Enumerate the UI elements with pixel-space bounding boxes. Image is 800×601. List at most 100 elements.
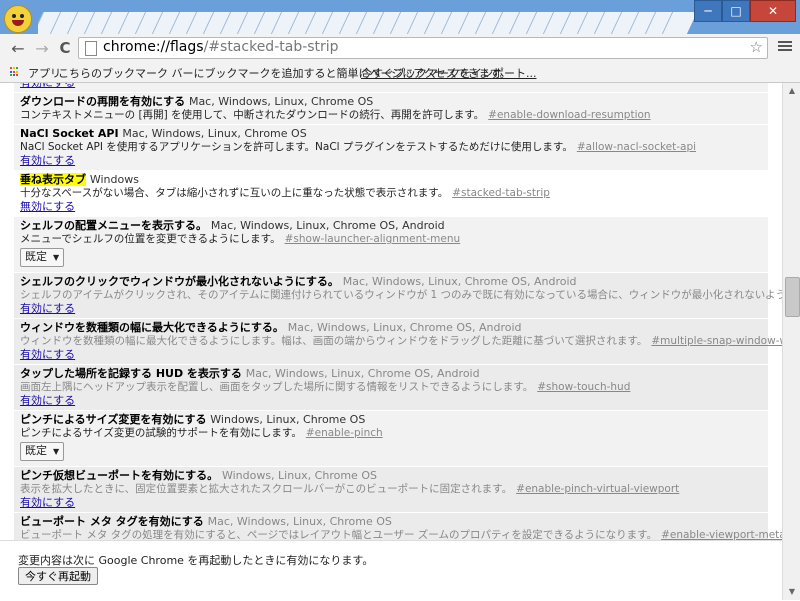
experiment-description: ビューポート メタ タグの処理を有効にすると、ページではレイアウト幅とユーザー … [20, 529, 782, 540]
experiment-toggle-link[interactable]: 有効にする [20, 154, 75, 168]
experiment-title: ダウンロードの再開を有効にする Mac, Windows, Linux, Chr… [20, 95, 764, 109]
scroll-down-arrow-icon[interactable]: ▼ [783, 584, 800, 600]
experiment-name: ピンチによるサイズ変更を有効にする [20, 413, 207, 426]
back-button[interactable]: ← [8, 38, 28, 58]
experiment-description-text: メニューでシェルフの位置を変更できるようにします。 [20, 233, 281, 245]
experiment-anchor-link[interactable]: #enable-pinch-virtual-viewport [516, 483, 679, 495]
experiment-platforms: Mac, Windows, Linux, Chrome OS [122, 127, 307, 140]
minimize-window-button[interactable]: ─ [694, 0, 722, 22]
experiment-item: 有効にする [14, 83, 768, 93]
experiment-anchor-link[interactable]: #enable-viewport-meta [661, 529, 782, 540]
reload-button[interactable]: C [55, 38, 75, 58]
experiment-description: ウィンドウを数種類の幅に最大化できるようにします。幅は、画面の端からウィンドウを… [20, 335, 782, 348]
experiment-description: 表示を拡大したときに、固定位置要素と拡大されたスクロールバーがこのビューポートに… [20, 483, 764, 496]
experiment-name: ウィンドウを数種類の幅に最大化できるようにする。 [20, 321, 284, 334]
stacked-tab-strip[interactable] [38, 12, 718, 34]
experiment-toggle-link[interactable]: 有効にする [20, 348, 75, 362]
url-host: chrome://flags [103, 39, 204, 55]
experiment-anchor-link[interactable]: #allow-nacl-socket-api [577, 141, 696, 153]
apps-grid-icon[interactable] [10, 67, 20, 77]
experiment-name: 垂ね表示タブ [20, 173, 86, 186]
experiment-item: タップした場所を記録する HUD を表示する Mac, Windows, Lin… [14, 365, 768, 411]
experiment-description: ピンチによるサイズ変更の試験的サポートを有効にします。 #enable-pinch [20, 427, 764, 440]
restart-message: 変更内容は次に Google Chrome を再起動したときに有効になります。 [18, 554, 374, 567]
window-controls: ─ □ ✕ [694, 0, 796, 22]
experiment-title: ウィンドウを数種類の幅に最大化できるようにする。 Mac, Windows, L… [20, 321, 764, 335]
experiment-anchor-link[interactable]: #enable-download-resumption [488, 109, 650, 121]
vertical-scrollbar[interactable]: ▲ ▼ [782, 83, 800, 600]
experiment-description-text: シェルフのアイテムがクリックされ、そのアイテムに関連付けられているウィンドウが … [20, 289, 782, 301]
experiment-description: シェルフのアイテムがクリックされ、そのアイテムに関連付けられているウィンドウが … [20, 289, 782, 302]
experiment-toggle-link[interactable]: 有効にする [20, 83, 75, 90]
experiment-name: ビューポート メタ タグを有効にする [20, 515, 204, 528]
experiment-description: コンテキストメニューの [再開] を使用して、中断されたダウンロードの続行、再開… [20, 109, 764, 122]
experiment-platforms: Mac, Windows, Linux, Chrome OS, Android [287, 321, 522, 334]
bookmark-star-icon[interactable]: ☆ [750, 38, 763, 56]
experiment-item: ピンチ仮想ビューポートを有効にする。 Windows, Linux, Chrom… [14, 467, 768, 513]
experiment-description: 十分なスペースがない場合、タブは縮小されずに互いの上に重なった状態で表示されます… [20, 187, 764, 200]
experiment-item: シェルフのクリックでウィンドウが最小化されないようにする。 Mac, Windo… [14, 273, 782, 319]
experiment-name: ピンチ仮想ビューポートを有効にする。 [20, 469, 219, 482]
url-text[interactable]: chrome://flags/#stacked-tab-strip [103, 39, 339, 55]
apps-shortcut[interactable]: アプリ [28, 65, 61, 81]
reload-icon: C [59, 39, 71, 57]
experiment-select-value: 既定 [25, 250, 47, 263]
experiment-description-text: NaCl Socket API を使用するアプリケーションを許可します。NaCl… [20, 141, 573, 153]
experiment-item: ウィンドウを数種類の幅に最大化できるようにする。 Mac, Windows, L… [14, 319, 782, 365]
experiment-name: ダウンロードの再開を有効にする [20, 95, 186, 108]
experiment-select[interactable]: 既定 ▼ [20, 248, 65, 267]
experiment-anchor-link[interactable]: #stacked-tab-strip [452, 187, 550, 199]
experiment-description-text: ビューポート メタ タグの処理を有効にすると、ページではレイアウト幅とユーザー … [20, 529, 658, 540]
chrome-menu-icon[interactable] [778, 39, 792, 53]
experiment-description-text: 十分なスペースがない場合、タブは縮小されずに互いの上に重なった状態で表示されます… [20, 187, 449, 199]
forward-button[interactable]: → [32, 38, 52, 58]
experiment-select[interactable]: 既定 ▼ [20, 442, 65, 461]
maximize-window-button[interactable]: □ [722, 0, 750, 22]
restart-now-button[interactable]: 今すぐ再起動 [18, 567, 98, 585]
experiment-title: NaCl Socket API Mac, Windows, Linux, Chr… [20, 127, 764, 141]
experiment-name: NaCl Socket API [20, 127, 119, 140]
page-icon [85, 41, 97, 56]
experiment-anchor-link[interactable]: #enable-pinch [306, 427, 383, 439]
experiments-list: 有効にするダウンロードの再開を有効にする Mac, Windows, Linux… [14, 83, 782, 540]
experiment-item: ビューポート メタ タグを有効にする Mac, Windows, Linux, … [14, 513, 782, 540]
experiment-title: シェルフのクリックでウィンドウが最小化されないようにする。 Mac, Windo… [20, 275, 764, 289]
experiment-description: メニューでシェルフの位置を変更できるようにします。 #show-launcher-… [20, 233, 764, 246]
experiment-description-text: ウィンドウを数種類の幅に最大化できるようにします。幅は、画面の端からウィンドウを… [20, 335, 648, 347]
experiment-item: シェルフの配置メニューを表示する。 Mac, Windows, Linux, C… [14, 217, 768, 273]
scroll-up-arrow-icon[interactable]: ▲ [783, 83, 800, 99]
scroll-thumb[interactable] [785, 277, 800, 317]
experiment-item: ピンチによるサイズ変更を有効にする Windows, Linux, Chrome… [14, 411, 768, 467]
experiment-toggle-link[interactable]: 有効にする [20, 496, 75, 510]
experiment-title: シェルフの配置メニューを表示する。 Mac, Windows, Linux, C… [20, 219, 764, 233]
experiment-item: NaCl Socket API Mac, Windows, Linux, Chr… [14, 125, 768, 171]
experiment-description-text: 表示を拡大したときに、固定位置要素と拡大されたスクロールバーがこのビューポートに… [20, 483, 513, 495]
flags-page: 有効にするダウンロードの再開を有効にする Mac, Windows, Linux… [0, 83, 782, 540]
experiment-title: ピンチ仮想ビューポートを有効にする。 Windows, Linux, Chrom… [20, 469, 764, 483]
experiment-select-value: 既定 [25, 444, 47, 457]
experiment-platforms: Mac, Windows, Linux, Chrome OS, Android [342, 275, 577, 288]
select-caret-icon: ▼ [53, 253, 60, 262]
experiment-platforms: Windows, Linux, Chrome OS [210, 413, 366, 426]
experiment-description-text: コンテキストメニューの [再開] を使用して、中断されたダウンロードの続行、再開… [20, 109, 485, 121]
experiment-anchor-link[interactable]: #show-touch-hud [537, 381, 630, 393]
experiment-description: NaCl Socket API を使用するアプリケーションを許可します。NaCl… [20, 141, 764, 154]
profile-avatar-icon[interactable] [4, 5, 32, 33]
experiment-platforms: Mac, Windows, Linux, Chrome OS [207, 515, 392, 528]
forward-arrow-icon: → [35, 38, 49, 58]
experiment-toggle-link[interactable]: 無効にする [20, 200, 75, 214]
select-caret-icon: ▼ [53, 447, 60, 456]
experiment-anchor-link[interactable]: #multiple-snap-window-widths [651, 335, 782, 347]
experiment-title: ピンチによるサイズ変更を有効にする Windows, Linux, Chrome… [20, 413, 764, 427]
experiment-description-text: ピンチによるサイズ変更の試験的サポートを有効にします。 [20, 427, 302, 439]
import-bookmarks-link[interactable]: 今すぐブックマークをインポート... [361, 65, 537, 81]
restart-panel: 変更内容は次に Google Chrome を再起動したときに有効になります。 … [0, 540, 782, 601]
experiment-title: タップした場所を記録する HUD を表示する Mac, Windows, Lin… [20, 367, 764, 381]
experiment-toggle-link[interactable]: 有効にする [20, 302, 75, 316]
experiment-description: 画面左上隅にヘッドアップ表示を配置し、画面をタップした場所に関する情報をリストで… [20, 381, 764, 394]
experiment-platforms: Windows, Linux, Chrome OS [221, 469, 377, 482]
close-window-button[interactable]: ✕ [750, 0, 796, 22]
experiment-toggle-link[interactable]: 有効にする [20, 394, 75, 408]
address-bar[interactable]: chrome://flags/#stacked-tab-strip ☆ [78, 37, 768, 59]
experiment-anchor-link[interactable]: #show-launcher-alignment-menu [285, 233, 461, 245]
